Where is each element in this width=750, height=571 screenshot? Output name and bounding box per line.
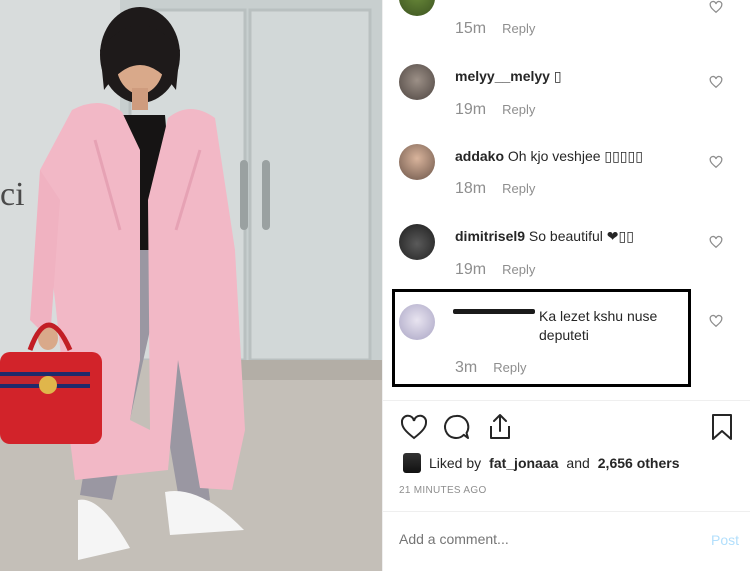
avatar[interactable] [399,0,435,16]
heart-icon[interactable] [709,75,723,89]
comment-time[interactable]: 15m [455,20,486,38]
comment-username[interactable]: addako [455,148,504,164]
reply-button[interactable]: Reply [502,262,535,277]
divider [383,511,750,512]
comment-text: ▯ [553,68,562,84]
likes-count[interactable]: 2,656 others [598,455,680,471]
post-button[interactable]: Post [711,532,739,548]
comment-text: So beautiful ❤︎▯▯ [528,228,634,244]
post-timestamp[interactable]: 21 MINUTES AGO [399,485,487,496]
reply-button[interactable]: Reply [502,21,535,36]
comment-time[interactable]: 3m [455,359,477,377]
likes-joiner: and [566,455,590,471]
likes-summary: Liked by fat_jonaaa and 2,656 others [403,453,679,473]
comment-time[interactable]: 19m [455,101,486,119]
comments-panel: 15m Reply melyy__melyy ▯ 19m Reply addak… [382,0,750,571]
liker-avatar[interactable] [403,453,421,473]
avatar[interactable] [399,64,435,100]
heart-icon[interactable] [709,314,723,328]
comment-text: Oh kjo veshjee ▯▯▯▯▯ [507,148,643,164]
comment-text: Ka lezet kshu nuse deputeti [539,308,658,343]
instagram-post-view: ci 15m Reply melyy__melyy ▯ 19m Reply ad… [0,0,750,571]
avatar[interactable] [399,224,435,260]
divider [383,400,750,401]
avatar[interactable] [399,304,435,340]
likes-prefix: Liked by [429,455,482,471]
reply-button[interactable]: Reply [502,181,535,196]
add-comment-bar: Post [399,525,739,555]
avatar[interactable] [399,144,435,180]
svg-text:ci: ci [0,176,25,213]
like-heart-icon[interactable] [399,412,429,442]
reply-button[interactable]: Reply [493,360,526,375]
heart-icon[interactable] [709,0,723,14]
comment-time[interactable]: 19m [455,261,486,279]
comment-username[interactable]: melyy__melyy [455,68,550,84]
heart-icon[interactable] [709,155,723,169]
liker-username[interactable]: fat_jonaaa [489,455,558,471]
comment-bubble-icon[interactable] [441,412,471,442]
photo-illustration: ci [0,0,382,571]
redaction-bar [453,309,535,314]
post-photo[interactable]: ci [0,0,382,571]
action-bar [399,412,739,444]
share-icon[interactable] [485,412,515,442]
comment-time[interactable]: 18m [455,180,486,198]
reply-button[interactable]: Reply [502,102,535,117]
heart-icon[interactable] [709,235,723,249]
comment-input[interactable] [399,531,679,547]
comment-username[interactable]: dimitrisel9 [455,228,525,244]
bookmark-icon[interactable] [707,412,737,442]
